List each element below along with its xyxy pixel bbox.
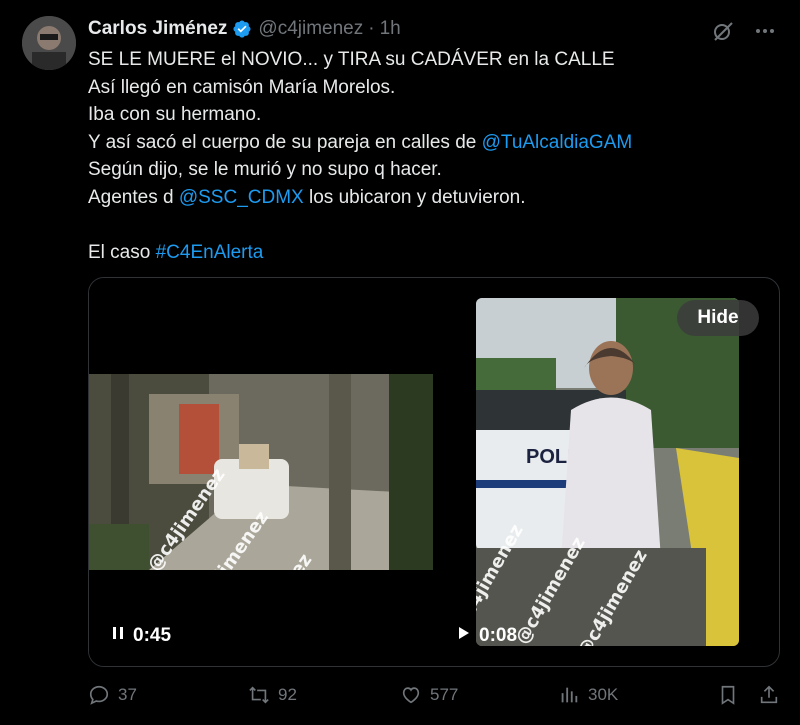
text-line-6-suffix: los ubicaron y detuvieron.	[303, 186, 526, 208]
hashtag-link[interactable]: #C4EnAlerta	[156, 242, 264, 263]
mention-gam-link[interactable]: @TuAlcaldiaGAM	[482, 132, 633, 153]
reply-count: 37	[118, 685, 137, 704]
video-1-duration: 0:45	[133, 625, 172, 646]
reply-button[interactable]: 37	[88, 684, 137, 706]
watermark-text: @c4jimenez	[144, 465, 230, 570]
bookmark-icon	[721, 685, 735, 705]
video-player-1[interactable]: @c4jimenez @c4jimenez @c4jimenez 0:45	[89, 278, 469, 666]
tweet-time[interactable]: 1h	[380, 18, 401, 40]
video-player-2[interactable]: POLI @c4jimenez @c4jimenez @c4jimenez	[476, 298, 739, 646]
media-container: @c4jimenez @c4jimenez @c4jimenez 0:45	[88, 277, 780, 667]
separator: ·	[368, 18, 375, 39]
repost-count: 92	[278, 685, 297, 704]
hide-button[interactable]: Hide	[677, 300, 759, 336]
watermark-text: @c4jimenez	[476, 521, 528, 635]
views-count: 30K	[588, 685, 619, 704]
watermark-text: @c4jimenez	[512, 533, 590, 646]
text-line-8-prefix: El caso	[88, 241, 156, 263]
repost-button[interactable]: 92	[248, 684, 297, 706]
heart-icon	[402, 687, 420, 704]
video-1-controls[interactable]: 0:45	[111, 625, 171, 647]
share-button[interactable]	[758, 684, 780, 706]
verified-badge-icon	[232, 19, 252, 39]
tweet-header: Carlos Jiménez @c4jimenez · 1h	[88, 18, 401, 40]
top-icons	[710, 18, 778, 44]
reply-icon	[89, 685, 109, 705]
tweet-text: SE LE MUERE el NOVIO... y TIRA su CADÁVE…	[88, 46, 632, 266]
like-button[interactable]: 577	[400, 684, 458, 706]
pause-icon[interactable]	[111, 625, 125, 647]
text-line-6-prefix: Agentes d	[88, 186, 179, 208]
tweet: Carlos Jiménez @c4jimenez · 1h SE LE MUE…	[0, 0, 800, 725]
video-2-controls[interactable]: 0:08	[457, 625, 517, 647]
repost-icon	[249, 686, 269, 704]
text-line-8: El caso #C4EnAlerta	[88, 239, 632, 267]
share-icon	[760, 685, 778, 704]
more-options-icon[interactable]	[752, 18, 778, 44]
bookmark-button[interactable]	[717, 684, 739, 706]
action-bar: 37 92 577 30K	[88, 684, 778, 714]
mention-ssc-link[interactable]: @SSC_CDMX	[179, 187, 304, 208]
author-avatar[interactable]	[22, 16, 76, 70]
author-handle[interactable]: @c4jimenez	[258, 18, 363, 40]
text-line-3: Iba con su hermano.	[88, 104, 262, 125]
text-line-4: Y así sacó el cuerpo de su pareja en cal…	[88, 129, 632, 157]
author-name[interactable]: Carlos Jiménez	[88, 18, 227, 40]
play-icon[interactable]	[457, 625, 471, 647]
video-2-duration: 0:08	[479, 625, 518, 646]
watermark-text: @c4jimenez	[573, 546, 651, 646]
views-icon	[561, 687, 578, 703]
like-count: 577	[430, 685, 459, 704]
grok-icon[interactable]	[710, 18, 736, 44]
text-line-2: Así llegó en camisón María Morelos.	[88, 76, 396, 98]
text-line-1: SE LE MUERE el NOVIO... y TIRA su CADÁVE…	[88, 49, 615, 70]
views-button[interactable]: 30K	[558, 684, 618, 706]
text-line-5: Según dijo, se le murió y no supo q hace…	[88, 159, 442, 180]
text-line-4-prefix: Y así sacó el cuerpo de su pareja en cal…	[88, 131, 482, 153]
video-1-frame: @c4jimenez @c4jimenez @c4jimenez	[89, 374, 433, 570]
text-line-6: Agentes d @SSC_CDMX los ubicaron y detuv…	[88, 184, 632, 212]
